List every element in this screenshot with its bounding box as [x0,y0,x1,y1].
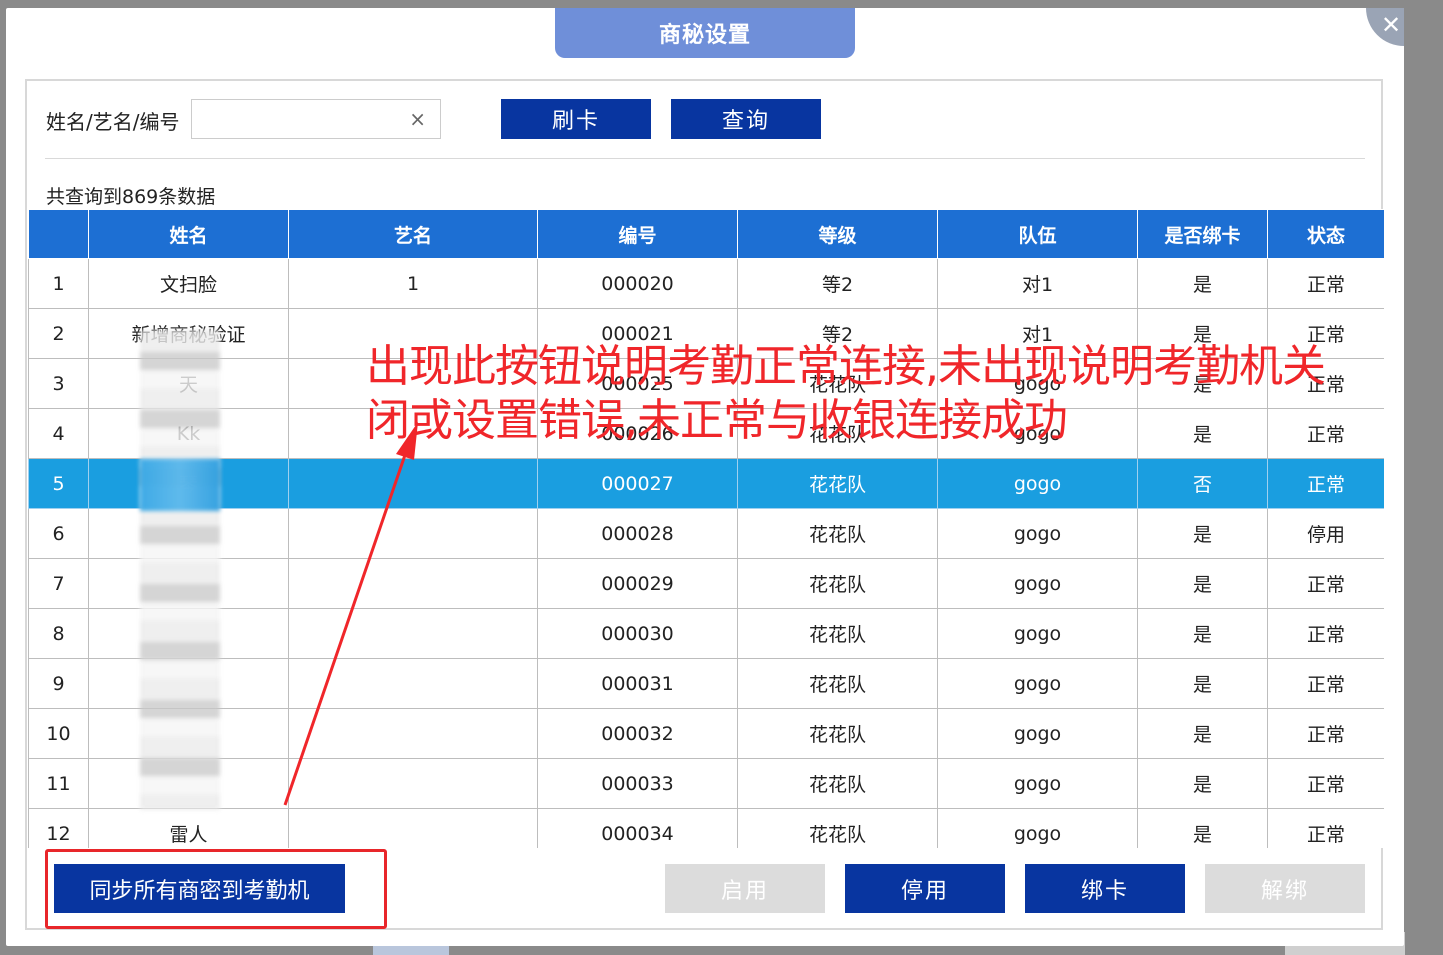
enable-button[interactable]: 启用 [665,864,825,913]
annotation-text: 出现此按钮说明考勤正常连接,未出现说明考勤机关 闭或设置错误,未正常与收银连接成… [366,340,1443,448]
annotation-line: 出现此按钮说明考勤正常连接,未出现说明考勤机关 [366,341,1326,392]
sync-to-attendance-button[interactable]: 同步所有商密到考勤机 [54,864,345,913]
unbind-card-button[interactable]: 解绑 [1205,864,1365,913]
annotation-arrow [283,422,418,806]
bind-card-button[interactable]: 绑卡 [1025,864,1185,913]
disable-button[interactable]: 停用 [845,864,1005,913]
annotation-line: 闭或设置错误,未正常与收银连接成功 [366,395,1068,446]
